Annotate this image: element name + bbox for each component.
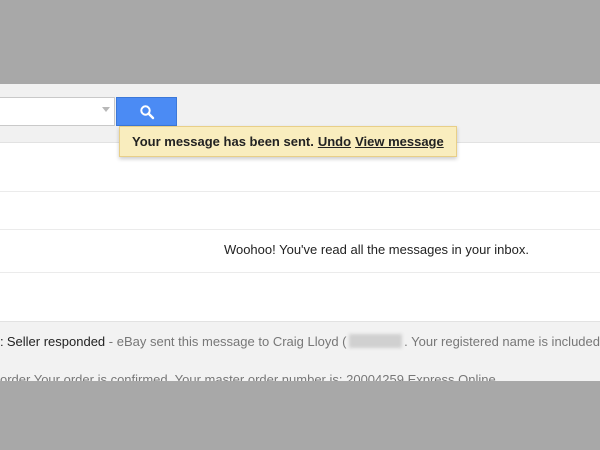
search-options-dropdown-icon[interactable] — [102, 107, 110, 112]
divider — [0, 191, 600, 192]
email-snippet-continued: . Your registered name is included — [404, 333, 600, 349]
message-sent-notification: Your message has been sent. Undo View me… — [119, 126, 457, 157]
email-snippet: order Your order is confirmed. Your mast… — [0, 371, 496, 382]
undo-link[interactable]: Undo — [318, 134, 351, 149]
redacted-email — [348, 334, 403, 348]
view-message-link[interactable]: View message — [355, 134, 444, 149]
search-button[interactable] — [116, 97, 177, 126]
notification-text: Your message has been sent. — [132, 134, 314, 149]
email-snippet: eBay sent this message to Craig Lloyd ( — [116, 333, 347, 349]
email-row[interactable]: : Seller responded - eBay sent this mess… — [0, 321, 600, 361]
search-icon — [139, 104, 154, 119]
divider — [0, 272, 600, 273]
inbox-empty-message: Woohoo! You've read all the messages in … — [223, 242, 529, 257]
mail-window: Your message has been sent. Undo View me… — [0, 84, 600, 381]
search-input[interactable] — [0, 97, 115, 126]
email-separator: - — [105, 333, 117, 349]
email-subject: Seller responded — [6, 333, 106, 349]
email-row[interactable]: order Your order is confirmed. Your mast… — [0, 360, 600, 381]
email-sender: : — [0, 333, 4, 349]
divider — [0, 229, 600, 230]
